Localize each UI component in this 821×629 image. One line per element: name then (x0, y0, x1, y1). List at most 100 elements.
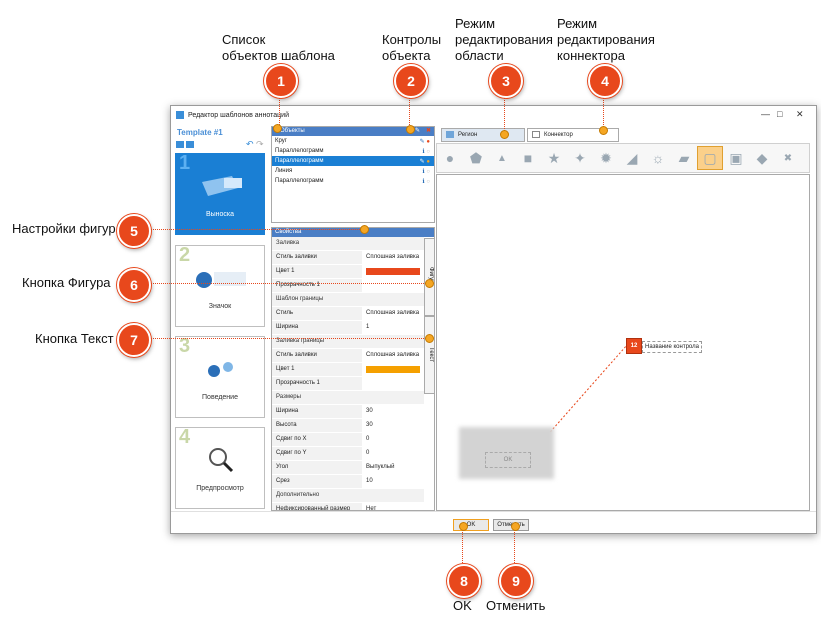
properties-panel: Свойства Заливка Стиль заливки Сплошная за… (271, 227, 435, 511)
property-row[interactable]: Срез 10 (272, 475, 424, 489)
four-point-star-icon[interactable]: ✦ (567, 146, 593, 170)
property-row[interactable]: Цвет 1 (272, 265, 424, 279)
step-label: Предпросмотр (196, 485, 244, 492)
property-value[interactable]: 0 (362, 433, 424, 446)
sun-shape-icon[interactable]: ☼ (645, 146, 671, 170)
rounded-rect-shape-icon[interactable]: ▣ (723, 146, 749, 170)
annotation-template-editor-window: Редактор шаблонов аннотаций — □ ✕ Templa… (170, 105, 817, 534)
close-icon[interactable]: ✕ (796, 109, 804, 120)
property-value[interactable]: 10 (362, 475, 424, 488)
square-shape-icon[interactable]: ▢ (697, 146, 723, 170)
property-group-row: Шаблон границы (272, 293, 424, 307)
property-row[interactable]: Прозрачность 1 (272, 279, 424, 293)
list-item[interactable]: Линия ℹ ○ (272, 166, 434, 176)
text-tab-button[interactable]: Текст (424, 316, 434, 394)
cross-shape-icon[interactable]: ✖ (775, 146, 801, 170)
pentagon-shape-icon[interactable]: ⬟ (463, 146, 489, 170)
property-row[interactable]: Прозрачность 1 (272, 377, 424, 391)
property-value[interactable] (362, 377, 424, 390)
trapezoid-shape-icon[interactable]: ◢ (619, 146, 645, 170)
starburst-shape-icon[interactable]: ✹ (593, 146, 619, 170)
color-swatch[interactable] (366, 366, 420, 373)
callout-dot-7 (425, 334, 434, 343)
callout-label-shape-settings: Настройки фигур (12, 221, 116, 236)
property-row[interactable]: Стиль заливки Сплошная заливка (272, 251, 424, 265)
template-steps-pane: Template #1 ↶ ↷ 1 Выноска 2 Значок 3 Пов… (174, 124, 268, 524)
row-controls[interactable]: ℹ ○ (422, 177, 430, 187)
property-value[interactable]: 0 (362, 447, 424, 460)
step-card-behavior[interactable]: 3 Поведение (175, 335, 265, 418)
step-card-icon[interactable]: 2 Значок (175, 244, 265, 327)
diamond-shape-icon[interactable]: ◆ (749, 146, 775, 170)
window-titlebar: Редактор шаблонов аннотаций (171, 106, 816, 124)
property-row[interactable]: Нефиксированный размер Нет (272, 503, 424, 510)
save-icon[interactable] (176, 141, 184, 148)
star-shape-icon[interactable]: ★ (541, 146, 567, 170)
minimize-icon[interactable]: — (761, 109, 770, 119)
property-key: Цвет 1 (272, 363, 362, 376)
properties-grid: Заливка Стиль заливки Сплошная заливка Цвет… (272, 237, 424, 510)
property-value[interactable]: 1 (362, 321, 424, 334)
property-row[interactable]: Угол Выпуклый (272, 461, 424, 475)
save-as-icon[interactable] (186, 141, 194, 148)
step-number: 2 (179, 244, 191, 266)
property-row[interactable]: Стиль заливки Сплошная заливка (272, 349, 424, 363)
tab-region-label: Регион (458, 132, 478, 138)
property-row[interactable]: Сдвиг по Y0 (272, 447, 424, 461)
property-value[interactable]: Сплошная заливка (362, 307, 424, 320)
callout-thumbnail-icon (202, 176, 242, 196)
callout-dot-4 (599, 126, 608, 135)
callout-label-shape-button: Кнопка Фигура (22, 275, 111, 290)
parallelogram-shape-icon[interactable]: ▰ (671, 146, 697, 170)
list-item[interactable]: Параллелограмм ℹ ○ (272, 146, 434, 156)
triangle-shape-icon[interactable]: ▲ (489, 146, 515, 170)
shape-toolbar: ● ⬟ ▲ ■ ★ ✦ ✹ ◢ ☼ ▰ ▢ ▣ ◆ ✖ (436, 143, 810, 173)
control-number-badge[interactable]: 12 (626, 338, 642, 354)
callout-dot-6 (425, 279, 434, 288)
property-row[interactable]: Ширина 30 (272, 405, 424, 419)
cube-shape-icon[interactable]: ■ (515, 146, 541, 170)
delete-icon[interactable]: ✖ (426, 127, 431, 136)
callout-dot-1 (273, 124, 282, 133)
shape-tab-button[interactable]: Фигура (424, 238, 434, 316)
color-swatch[interactable] (366, 268, 420, 275)
property-row[interactable]: Сдвиг по X0 (272, 433, 424, 447)
step-card-preview[interactable]: 4 Предпросмотр (175, 426, 265, 509)
property-key: Угол (272, 461, 362, 474)
step-number: 1 (179, 152, 191, 174)
control-name-label[interactable]: Название контрола (642, 341, 702, 353)
list-item[interactable]: Параллелограмм ℹ ○ (272, 176, 434, 186)
property-value[interactable] (362, 265, 424, 278)
property-key: Заливка границы (272, 335, 424, 348)
callout-badge-1: 1 (264, 64, 298, 98)
property-row[interactable]: Стиль Сплошная заливка (272, 307, 424, 321)
property-value[interactable]: 30 (362, 405, 424, 418)
list-item[interactable]: Круг ✎ ● (272, 136, 434, 146)
undo-icon[interactable]: ↶ (246, 139, 254, 150)
region-icon (446, 131, 454, 138)
callout-line-1 (279, 95, 280, 127)
tab-region-mode[interactable]: Регион (441, 128, 525, 142)
property-value[interactable]: Нет (362, 503, 424, 510)
circle-shape-icon[interactable]: ● (437, 146, 463, 170)
property-key: Шаблон границы (272, 293, 424, 306)
step-card-callout[interactable]: 1 Выноска (175, 152, 265, 235)
property-value[interactable] (362, 279, 424, 292)
maximize-icon[interactable]: □ (777, 109, 782, 119)
property-value[interactable] (362, 363, 424, 376)
property-value[interactable]: 30 (362, 419, 424, 432)
edit-icon[interactable]: ✎ (415, 127, 420, 136)
list-item-label: Параллелограмм (275, 158, 324, 164)
property-row[interactable]: Высота 30 (272, 419, 424, 433)
property-key: Стиль заливки (272, 251, 362, 264)
property-value[interactable]: Сплошная заливка (362, 251, 424, 264)
property-key: Срез (272, 475, 362, 488)
badge-thumbnail-icon (196, 272, 246, 288)
redo-icon[interactable]: ↷ (256, 139, 264, 150)
editor-canvas[interactable]: OK 12 Название контрола (436, 174, 810, 511)
list-item[interactable]: Параллелограмм ✎ ● (272, 156, 434, 166)
property-value[interactable]: Выпуклый (362, 461, 424, 474)
property-value[interactable]: Сплошная заливка (362, 349, 424, 362)
property-row[interactable]: Ширина 1 (272, 321, 424, 335)
property-row[interactable]: Цвет 1 (272, 363, 424, 377)
